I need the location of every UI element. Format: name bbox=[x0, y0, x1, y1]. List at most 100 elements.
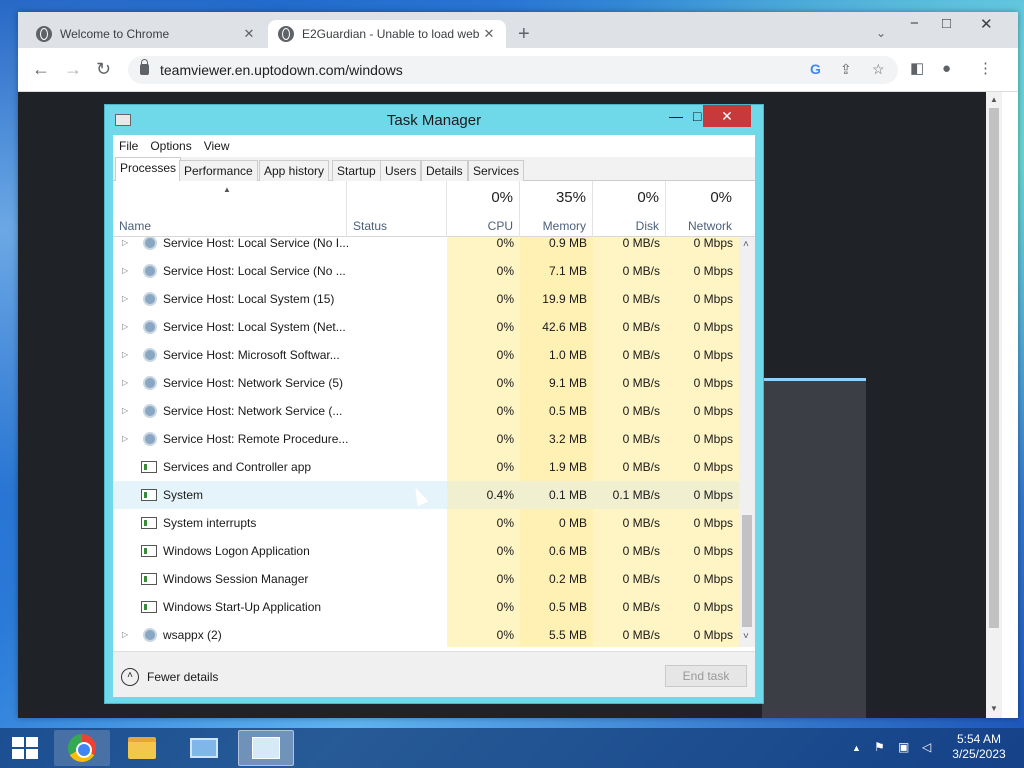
gear-icon bbox=[143, 264, 157, 278]
gear-icon bbox=[143, 320, 157, 334]
taskbar-chrome[interactable] bbox=[54, 730, 110, 766]
show-hidden-icons-icon[interactable]: ▲ bbox=[852, 743, 861, 753]
process-row[interactable]: ▷ wsappx (2) 0% 5.5 MB 0 MB/s 0 Mbps bbox=[113, 621, 739, 647]
tab-close-icon[interactable]: ✕ bbox=[482, 26, 496, 42]
start-button[interactable] bbox=[12, 737, 38, 759]
fewer-details-link[interactable]: Fewer details bbox=[147, 670, 218, 684]
process-row[interactable]: ▷ Service Host: Microsoft Softwar... 0% 1.0… bbox=[113, 341, 739, 369]
expand-chevron-icon[interactable]: ▷ bbox=[122, 369, 128, 397]
process-row[interactable]: ▷ Service Host: Network Service (5) 0% 9.1 … bbox=[113, 369, 739, 397]
process-row[interactable]: ▷ Service Host: Local Service (No I... 0% 0… bbox=[113, 237, 739, 257]
network-value: 0 Mbps bbox=[666, 257, 739, 285]
side-panel-icon[interactable]: ◧ bbox=[910, 60, 924, 78]
gear-icon bbox=[143, 376, 157, 390]
tab-users[interactable]: Users bbox=[380, 160, 422, 181]
tab-app-history[interactable]: App history bbox=[259, 160, 330, 181]
clock[interactable]: 5:54 AM 3/25/2023 bbox=[944, 732, 1014, 762]
process-row[interactable]: System interrupts 0% 0 MB 0 MB/s 0 Mbps bbox=[113, 509, 739, 537]
tab-performance[interactable]: Performance bbox=[179, 160, 258, 181]
new-tab-button[interactable]: + bbox=[518, 24, 530, 44]
end-task-button[interactable]: End task bbox=[665, 665, 747, 687]
tab-startup[interactable]: Startup bbox=[332, 160, 381, 181]
menu-options[interactable]: Options bbox=[150, 139, 191, 153]
taskbar-file-explorer[interactable] bbox=[114, 730, 170, 766]
share-icon[interactable]: ⇪ bbox=[840, 61, 852, 78]
taskbar-remote-desktop[interactable] bbox=[176, 730, 232, 766]
col-name[interactable]: Name bbox=[119, 219, 151, 233]
scroll-up-icon[interactable]: ˄ bbox=[743, 239, 749, 250]
process-row[interactable]: ▷ Service Host: Remote Procedure... 0% 3.2 … bbox=[113, 425, 739, 453]
maximize-button[interactable]: □ bbox=[942, 15, 951, 32]
expand-chevron-icon[interactable]: ▷ bbox=[122, 341, 128, 369]
address-bar[interactable]: teamviewer.en.uptodown.com/windows G ⇪ ☆ bbox=[128, 56, 898, 84]
col-memory[interactable]: Memory bbox=[520, 219, 586, 233]
col-cpu[interactable]: CPU bbox=[447, 219, 513, 233]
process-row[interactable]: Services and Controller app 0% 1.9 MB 0 MB/… bbox=[113, 453, 739, 481]
tab-bar: Processes Performance App history Startu… bbox=[113, 157, 755, 182]
app-window-icon bbox=[141, 461, 157, 473]
network-icon[interactable]: ▣ bbox=[898, 740, 909, 754]
close-button[interactable]: ✕ bbox=[703, 105, 751, 127]
expand-chevron-icon[interactable]: ▷ bbox=[122, 425, 128, 453]
tab-processes[interactable]: Processes bbox=[115, 157, 182, 182]
memory-value: 5.5 MB bbox=[520, 621, 593, 647]
process-name: Windows Logon Application bbox=[163, 544, 310, 558]
scroll-up-icon[interactable]: ▲ bbox=[990, 95, 998, 104]
fewer-details-icon[interactable]: ˄ bbox=[121, 668, 139, 686]
process-row[interactable]: ▷ Service Host: Local System (Net... 0% 42.… bbox=[113, 313, 739, 341]
minimize-button[interactable]: − bbox=[910, 15, 919, 32]
clock-date: 3/25/2023 bbox=[952, 747, 1006, 761]
action-center-icon[interactable]: ⚑ bbox=[874, 740, 885, 754]
cpu-value: 0% bbox=[447, 453, 520, 481]
col-status[interactable]: Status bbox=[353, 219, 387, 233]
volume-muted-icon[interactable]: ◁ bbox=[922, 740, 931, 754]
scrollbar-thumb[interactable] bbox=[989, 108, 999, 628]
menu-file[interactable]: File bbox=[119, 139, 138, 153]
minimize-button[interactable]: — bbox=[669, 108, 683, 124]
menu-icon[interactable]: ⋮ bbox=[978, 60, 993, 78]
expand-chevron-icon[interactable]: ▷ bbox=[122, 237, 128, 257]
process-list-scrollbar[interactable]: ˄ ˅ bbox=[739, 237, 755, 647]
process-row[interactable]: Windows Session Manager 0% 0.2 MB 0 MB/s 0 M… bbox=[113, 565, 739, 593]
col-disk[interactable]: Disk bbox=[593, 219, 659, 233]
process-name: Services and Controller app bbox=[163, 460, 312, 474]
tab-services[interactable]: Services bbox=[468, 160, 525, 181]
process-row[interactable]: ▷ Service Host: Network Service (... 0% 0.5… bbox=[113, 397, 739, 425]
expand-chevron-icon[interactable]: ▷ bbox=[122, 397, 128, 425]
title-bar[interactable]: Task Manager — □ bbox=[105, 105, 763, 133]
process-row[interactable]: Windows Logon Application 0% 0.6 MB 0 MB/s 0… bbox=[113, 537, 739, 565]
reload-icon[interactable]: ↻ bbox=[96, 60, 111, 78]
col-network[interactable]: Network bbox=[666, 219, 732, 233]
process-row[interactable]: ▷ Service Host: Local System (15) 0% 19.9 M… bbox=[113, 285, 739, 313]
tab-welcome[interactable]: Welcome to Chrome ✕ bbox=[26, 20, 266, 48]
tab-e2guardian[interactable]: E2Guardian - Unable to load web ✕ bbox=[268, 20, 506, 48]
expand-chevron-icon[interactable]: ▷ bbox=[122, 621, 128, 647]
bookmark-star-icon[interactable]: ☆ bbox=[872, 61, 885, 78]
memory-value: 0.5 MB bbox=[520, 593, 593, 621]
tab-details[interactable]: Details bbox=[421, 160, 468, 181]
process-row[interactable]: Windows Start-Up Application 0% 0.5 MB 0 MB… bbox=[113, 593, 739, 621]
process-name: Service Host: Local Service (No I... bbox=[163, 237, 350, 250]
scroll-down-icon[interactable]: ˅ bbox=[743, 631, 749, 642]
maximize-button[interactable]: □ bbox=[693, 108, 701, 124]
profile-icon[interactable]: ● bbox=[942, 60, 951, 78]
expand-chevron-icon[interactable]: ▷ bbox=[122, 285, 128, 313]
lock-icon[interactable] bbox=[140, 59, 149, 75]
scrollbar-thumb[interactable] bbox=[742, 515, 752, 627]
scroll-down-icon[interactable]: ▼ bbox=[990, 704, 998, 713]
back-icon[interactable]: ← bbox=[32, 60, 50, 78]
process-list: ▷ Service Host: Local Service (No I... 0% 0… bbox=[113, 237, 739, 647]
tab-search-icon[interactable]: ⌄ bbox=[876, 26, 886, 40]
process-row[interactable]: ▷ Service Host: Local Service (No ... 0% 7.… bbox=[113, 257, 739, 285]
google-icon[interactable]: G bbox=[810, 61, 821, 77]
expand-chevron-icon[interactable]: ▷ bbox=[122, 257, 128, 285]
taskbar-task-manager[interactable] bbox=[238, 730, 294, 766]
page-scrollbar[interactable]: ▲ ▼ bbox=[986, 92, 1002, 718]
close-button[interactable]: ✕ bbox=[980, 15, 993, 33]
url-text[interactable]: teamviewer.en.uptodown.com/windows bbox=[160, 62, 403, 78]
menu-view[interactable]: View bbox=[204, 139, 230, 153]
forward-icon[interactable]: → bbox=[64, 60, 82, 78]
expand-chevron-icon[interactable]: ▷ bbox=[122, 313, 128, 341]
network-value: 0 Mbps bbox=[666, 397, 739, 425]
tab-close-icon[interactable]: ✕ bbox=[242, 26, 256, 42]
